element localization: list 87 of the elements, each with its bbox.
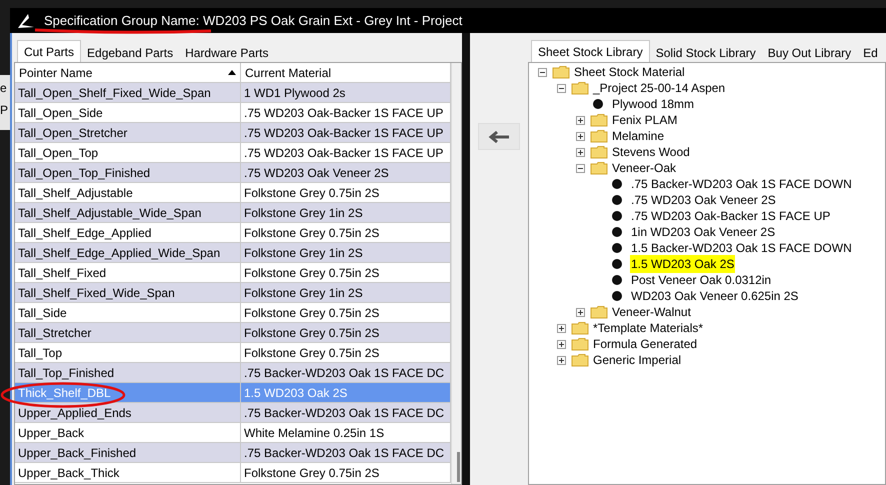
folder-label[interactable]: _Project 25-00-14 Aspen xyxy=(592,79,726,97)
collapse-icon[interactable] xyxy=(538,68,546,76)
material-label[interactable]: 1in WD203 Oak Veneer 2S xyxy=(630,223,776,241)
expand-icon[interactable] xyxy=(556,356,566,364)
folder-label[interactable]: Veneer-Walnut xyxy=(611,303,692,321)
bullet-icon xyxy=(612,227,622,237)
folder-label[interactable]: Formula Generated xyxy=(592,335,698,353)
column-header[interactable]: Pointer Name xyxy=(15,63,241,83)
collapse-icon[interactable] xyxy=(576,164,584,172)
bullet-icon xyxy=(612,195,622,205)
tab[interactable]: Cut Parts xyxy=(17,40,82,62)
scrollbar-thumb[interactable] xyxy=(457,452,460,482)
column-header-label: Pointer Name xyxy=(19,64,92,82)
table-row[interactable]: Tall_Open_Side .75 WD203 Oak-Backer 1S FACE UP xyxy=(15,103,451,123)
expand-icon[interactable] xyxy=(576,148,584,156)
folder-label[interactable]: Veneer-Oak xyxy=(611,159,678,177)
bullet-icon xyxy=(612,275,622,285)
background-window-text: P xyxy=(0,103,10,117)
window-title: Specification Group Name: WD203 PS Oak Grain Ext - Grey Int - Project xyxy=(44,12,462,30)
folder-label[interactable]: Stevens Wood xyxy=(611,143,691,161)
table-row[interactable]: Upper_Applied_Ends .75 Backer-WD203 Oak 1S FACE DC xyxy=(15,403,451,423)
table-row[interactable]: Tall_Shelf_Edge_Applied_Wide_Span Folkstone Grey 1in 2S xyxy=(15,243,451,263)
material-label[interactable]: .75 WD203 Oak Veneer 2S xyxy=(630,191,777,209)
folder-icon xyxy=(590,113,608,127)
folder-label[interactable]: Melamine xyxy=(611,127,666,145)
folder-icon xyxy=(571,321,589,335)
column-header-label: Current Material xyxy=(245,64,332,82)
tab[interactable]: Sheet Stock Library xyxy=(531,40,650,62)
material-label[interactable]: .75 WD203 Oak-Backer 1S FACE UP xyxy=(630,207,832,225)
expand-icon[interactable] xyxy=(556,340,566,348)
table-row[interactable]: Upper_Back_Finished .75 Backer-WD203 Oak 1S FACE DC xyxy=(15,443,451,463)
table-row[interactable]: Tall_Top_Finished .75 Backer-WD203 Oak 1S FACE DC xyxy=(15,363,451,383)
collapse-icon[interactable] xyxy=(556,84,566,92)
tab[interactable]: Edgeband Parts xyxy=(81,43,180,62)
folder-label[interactable]: *Template Materials* xyxy=(592,319,704,337)
material-label[interactable]: Plywood 18mm xyxy=(611,95,696,113)
material-label[interactable]: 1.5 WD203 Oak 2S xyxy=(630,255,736,273)
folder-icon xyxy=(590,145,608,159)
table-row[interactable]: Tall_Shelf_Edge_Applied Folkstone Grey 0.75in 2S xyxy=(15,223,451,243)
expand-icon[interactable] xyxy=(576,308,584,316)
table-row[interactable]: Tall_Open_Top .75 WD203 Oak-Backer 1S FACE UP xyxy=(15,143,451,163)
folder-icon xyxy=(590,161,608,175)
material-label[interactable]: .75 Backer-WD203 Oak 1S FACE DOWN xyxy=(630,175,853,193)
table-row[interactable]: Tall_Open_Top_Finished .75 WD203 Oak Veneer 2S xyxy=(15,163,451,183)
table-row[interactable]: Tall_Shelf_Adjustable_Wide_Span Folkstone Grey 1in 2S xyxy=(15,203,451,223)
tab[interactable]: Buy Out Library xyxy=(762,43,858,62)
bullet-icon xyxy=(612,211,622,221)
folder-icon xyxy=(571,353,589,367)
expand-icon[interactable] xyxy=(576,132,584,140)
table-row[interactable]: Tall_Top Folkstone Grey 0.75in 2S xyxy=(15,343,451,363)
tab[interactable]: Hardware Parts xyxy=(179,43,274,62)
table-cell: Upper_Back_Thick xyxy=(15,463,241,483)
bullet-icon xyxy=(593,99,603,109)
table-row[interactable]: Tall_Shelf_Fixed Folkstone Grey 0.75in 2S xyxy=(15,263,451,283)
material-label[interactable]: WD203 Oak Veneer 0.625in 2S xyxy=(630,287,800,305)
expand-icon[interactable] xyxy=(576,116,584,124)
table-row[interactable]: Tall_Shelf_Adjustable Folkstone Grey 0.75in 2S xyxy=(15,183,451,203)
column-header[interactable]: Current Material xyxy=(241,63,451,83)
transfer-left-button[interactable] xyxy=(478,123,520,150)
vertical-scrollbar[interactable] xyxy=(451,63,461,484)
folder-icon xyxy=(571,337,589,351)
bullet-icon xyxy=(612,243,622,253)
folder-label[interactable]: Generic Imperial xyxy=(592,351,682,369)
tab[interactable]: Solid Stock Library xyxy=(650,43,762,62)
tab[interactable]: Ed xyxy=(857,43,884,62)
folder-label[interactable]: Fenix PLAM xyxy=(611,111,678,129)
material-label[interactable]: Post Veneer Oak 0.0312in xyxy=(630,271,772,289)
left-arrow-icon xyxy=(488,130,510,144)
bullet-icon xyxy=(612,179,622,189)
folder-icon xyxy=(590,305,608,319)
table-row[interactable]: Tall_Open_Shelf_Fixed_Wide_Span 1 WD1 Plywood 2s xyxy=(15,83,451,103)
table-row[interactable]: Upper_Back_Thick Folkstone Grey 0.75in 2S xyxy=(15,463,451,483)
expand-icon[interactable] xyxy=(556,324,566,332)
table-row[interactable]: Tall_Shelf_Fixed_Wide_Span Folkstone Grey 1in 2S xyxy=(15,283,451,303)
folder-icon xyxy=(590,129,608,143)
folder-label[interactable]: Sheet Stock Material xyxy=(573,63,686,81)
folder-icon xyxy=(571,81,589,95)
bullet-icon xyxy=(612,291,622,301)
table-row[interactable]: Upper_Back White Melamine 0.25in 1S xyxy=(15,423,451,443)
background-window-text: e xyxy=(0,81,8,95)
table-row[interactable]: Tall_Side Folkstone Grey 0.75in 2S xyxy=(15,303,451,323)
folder-icon xyxy=(552,65,570,79)
table-cell: Folkstone Grey 0.75in 2S xyxy=(241,463,451,483)
bullet-icon xyxy=(612,259,622,269)
table-row[interactable]: Tall_Stretcher Folkstone Grey 0.75in 2S xyxy=(15,323,451,343)
table-row[interactable]: Tall_Open_Stretcher .75 WD203 Oak-Backer 1S FACE UP xyxy=(15,123,451,143)
material-label[interactable]: 1.5 Backer-WD203 Oak 1S FACE DOWN xyxy=(630,239,853,257)
